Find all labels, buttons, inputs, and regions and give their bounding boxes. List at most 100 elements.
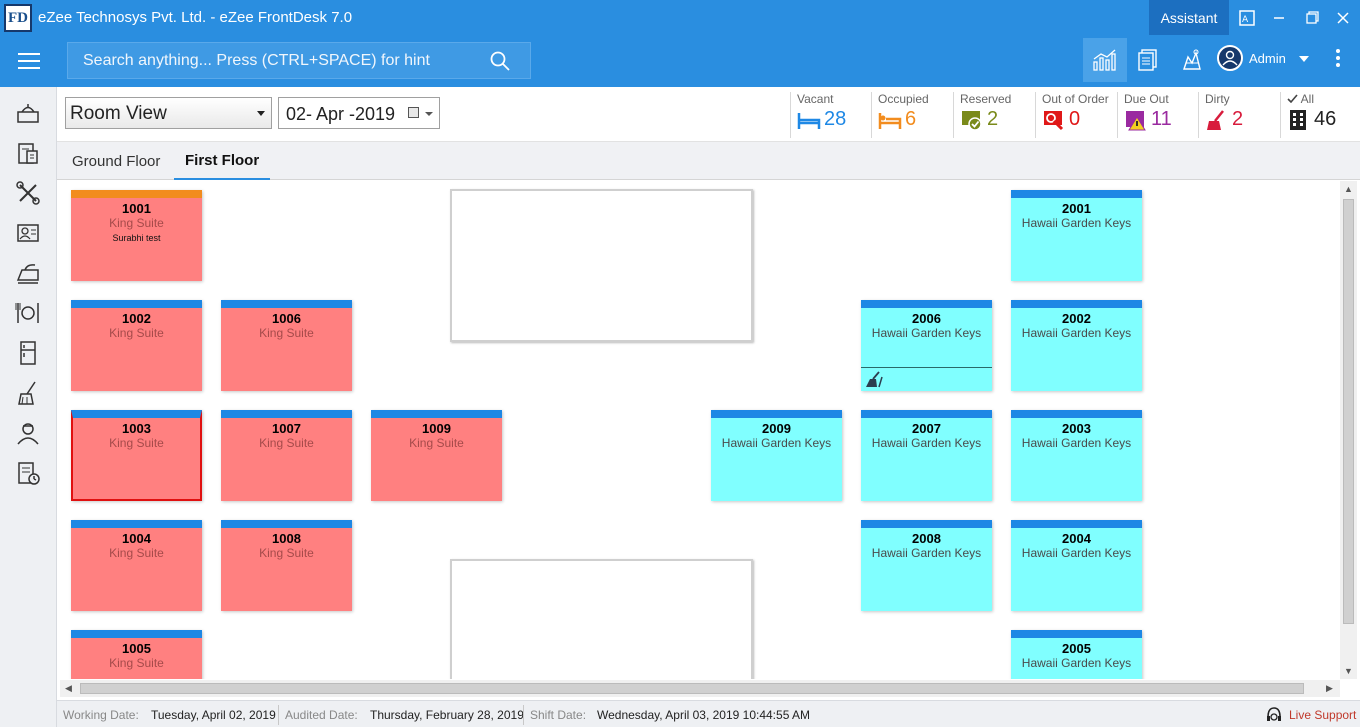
title-bar: FD eZee Technosys Pvt. Ltd. - eZee Front…	[0, 0, 1360, 35]
scroll-right-icon[interactable]: ▶	[1326, 683, 1333, 694]
stat-vacant[interactable]: Vacant 28	[790, 92, 846, 138]
room-tile-1003[interactable]: 1003 King Suite	[71, 410, 202, 501]
guest-name: Surabhi test	[112, 233, 161, 243]
view-select-value: Room View	[70, 103, 167, 124]
vertical-scroll-thumb[interactable]	[1343, 199, 1354, 624]
laundry-iron-icon[interactable]	[15, 260, 41, 286]
room-type: King Suite	[259, 436, 314, 450]
room-tile-1002[interactable]: 1002 King Suite	[71, 300, 202, 391]
stat-due-out[interactable]: Due Out 11	[1117, 92, 1172, 138]
room-tile-1007[interactable]: 1007 King Suite	[221, 410, 352, 501]
room-tile-1008[interactable]: 1008 King Suite	[221, 520, 352, 611]
search-box	[67, 42, 531, 79]
reservation-icon[interactable]	[15, 140, 41, 166]
housekeeping-cleaning-icon[interactable]	[15, 380, 41, 406]
tools-icon[interactable]	[15, 180, 41, 206]
room-type: Hawaii Garden Keys	[871, 436, 982, 450]
menu-icon[interactable]	[18, 53, 40, 69]
room-tile-2007[interactable]: 2007 Hawaii Garden Keys	[861, 410, 992, 501]
dirty-broom-icon	[1207, 109, 1224, 130]
avatar[interactable]	[1217, 45, 1243, 71]
stat-out-of-order[interactable]: Out of Order 0	[1035, 92, 1109, 138]
search-input[interactable]	[83, 51, 473, 71]
room-tile-2004[interactable]: 2004 Hawaii Garden Keys	[1011, 520, 1142, 611]
room-tile-1005[interactable]: 1005 King Suite	[71, 630, 202, 679]
scroll-left-icon[interactable]: ◀	[65, 683, 72, 694]
horizontal-scroll-thumb[interactable]	[80, 683, 1304, 694]
room-tile-2009[interactable]: 2009 Hawaii Garden Keys	[711, 410, 842, 501]
room-number: 2006	[912, 311, 941, 326]
vertical-scrollbar[interactable]: ▲ ▼	[1340, 181, 1357, 679]
assistant-button[interactable]: Assistant	[1149, 0, 1229, 35]
room-tile-2008[interactable]: 2008 Hawaii Garden Keys	[861, 520, 992, 611]
room-tile-1009[interactable]: 1009 King Suite	[371, 410, 502, 501]
calendar-icon[interactable]	[408, 107, 419, 118]
restaurant-icon[interactable]	[15, 300, 41, 326]
room-number: 1007	[272, 421, 301, 436]
live-support-link[interactable]: Live Support	[1265, 706, 1356, 724]
check-icon	[1287, 94, 1298, 104]
room-number: 1008	[272, 531, 301, 546]
room-number: 1005	[122, 641, 151, 656]
user-dropdown-icon[interactable]	[1299, 56, 1309, 62]
language-icon[interactable]: A	[1230, 0, 1264, 35]
restore-button[interactable]	[1295, 0, 1329, 35]
room-type: King Suite	[109, 546, 164, 560]
divider	[523, 705, 524, 725]
stat-occupied-label: Occupied	[878, 92, 929, 106]
status-bar: Working Date: Tuesday, April 02, 2019 Au…	[57, 700, 1360, 727]
room-tile-2006[interactable]: 2006 Hawaii Garden Keys	[861, 300, 992, 391]
search-icon[interactable]	[490, 51, 510, 71]
stat-occupied[interactable]: Occupied 6	[871, 92, 929, 138]
audited-date-value: Thursday, February 28, 2019	[370, 708, 524, 722]
stat-all[interactable]: All 46	[1280, 92, 1336, 138]
room-tile-2003[interactable]: 2003 Hawaii Garden Keys	[1011, 410, 1142, 501]
view-select[interactable]: Room View	[65, 97, 272, 129]
housekeeping-icon[interactable]	[1170, 38, 1214, 82]
room-tile-1004[interactable]: 1004 King Suite	[71, 520, 202, 611]
date-picker[interactable]: 02- Apr -2019	[278, 97, 440, 129]
close-button[interactable]	[1326, 0, 1360, 35]
stat-occupied-value: 6	[905, 108, 917, 130]
minibar-fridge-icon[interactable]	[15, 340, 41, 366]
chevron-down-icon[interactable]	[425, 112, 433, 116]
scroll-down-icon[interactable]: ▼	[1344, 666, 1353, 676]
scroll-up-icon[interactable]: ▲	[1344, 184, 1353, 194]
stat-dirty-label: Dirty	[1205, 92, 1230, 106]
stat-out-of-order-label: Out of Order	[1042, 92, 1109, 106]
room-tile-2002[interactable]: 2002 Hawaii Garden Keys	[1011, 300, 1142, 391]
room-tile-1006[interactable]: 1006 King Suite	[221, 300, 352, 391]
stat-due-out-label: Due Out	[1124, 92, 1169, 106]
room-number: 2009	[762, 421, 791, 436]
horizontal-scrollbar[interactable]: ◀ ▶	[60, 680, 1340, 697]
room-number: 1003	[122, 421, 151, 436]
tab-first-floor[interactable]: First Floor	[174, 142, 271, 180]
stat-dirty[interactable]: Dirty 2	[1198, 92, 1243, 138]
user-name[interactable]: Admin	[1249, 51, 1286, 66]
room-type: Hawaii Garden Keys	[721, 436, 832, 450]
reports-icon[interactable]	[1126, 38, 1170, 82]
minimize-button[interactable]	[1262, 0, 1296, 35]
room-number: 2007	[912, 421, 941, 436]
building-icon	[1290, 109, 1306, 130]
working-date-label: Working Date:	[63, 708, 139, 722]
front-desk-icon[interactable]	[15, 100, 41, 126]
room-number: 2008	[912, 531, 941, 546]
night-audit-icon[interactable]	[15, 460, 41, 486]
dashboard-chart-icon[interactable]	[1083, 38, 1127, 82]
room-tile-2001[interactable]: 2001 Hawaii Garden Keys	[1011, 190, 1142, 281]
guest-card-icon[interactable]	[15, 220, 41, 246]
room-number: 2003	[1062, 421, 1091, 436]
stat-reserved-value: 2	[987, 108, 999, 130]
room-tile-2005[interactable]: 2005 Hawaii Garden Keys	[1011, 630, 1142, 679]
toolbar: Room View 02- Apr -2019 Vacant 28 Occupi…	[57, 87, 1360, 142]
room-grid: 1001 King Suite Surabhi test 1002 King S…	[57, 181, 1340, 679]
room-tile-1001[interactable]: 1001 King Suite Surabhi test	[71, 190, 202, 281]
more-options-icon[interactable]	[1336, 49, 1340, 70]
room-type: King Suite	[259, 546, 314, 560]
tab-ground-floor[interactable]: Ground Floor	[61, 142, 171, 180]
stat-reserved[interactable]: Reserved 2	[953, 92, 1011, 138]
room-type: King Suite	[109, 436, 164, 450]
staff-user-icon[interactable]	[15, 420, 41, 446]
room-number: 2002	[1062, 311, 1091, 326]
